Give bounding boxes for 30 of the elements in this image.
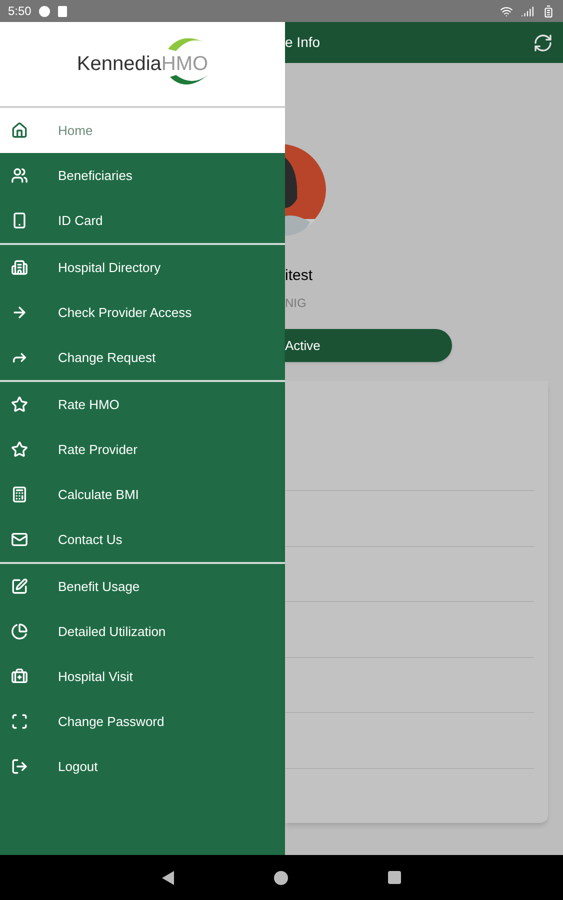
logo-suffix: HMO [161,52,208,77]
app-bar-title: e Info [285,33,320,52]
home-icon [11,122,28,139]
refresh-icon[interactable] [533,32,553,52]
status-button[interactable]: Active [285,329,452,362]
star-icon [11,441,28,458]
wifi-icon [500,4,513,18]
expand-icon [11,713,28,730]
back-icon[interactable] [162,870,174,884]
battery-icon [542,4,555,18]
arrow-icon [11,304,28,321]
status-time: 5:50 [8,3,32,20]
phone-icon [11,212,28,229]
medical-bag-icon [11,668,28,685]
logout-icon [11,758,28,775]
profile-name: itest [285,268,314,283]
home-button-icon[interactable] [274,870,288,884]
logo-name: Kennedia [76,52,162,77]
star-icon [11,396,28,413]
envelope-icon [11,531,28,548]
signal-icon [521,4,534,18]
building-icon [11,259,28,276]
notification-icon [39,6,50,16]
sd-card-icon [58,6,68,16]
edit-icon [11,578,28,595]
drawer-item[interactable]: Home [0,108,285,153]
pie-chart-icon [11,623,28,640]
profile-subtitle: NIG [285,297,308,309]
people-icon [11,167,28,184]
calculator-icon [11,486,28,503]
